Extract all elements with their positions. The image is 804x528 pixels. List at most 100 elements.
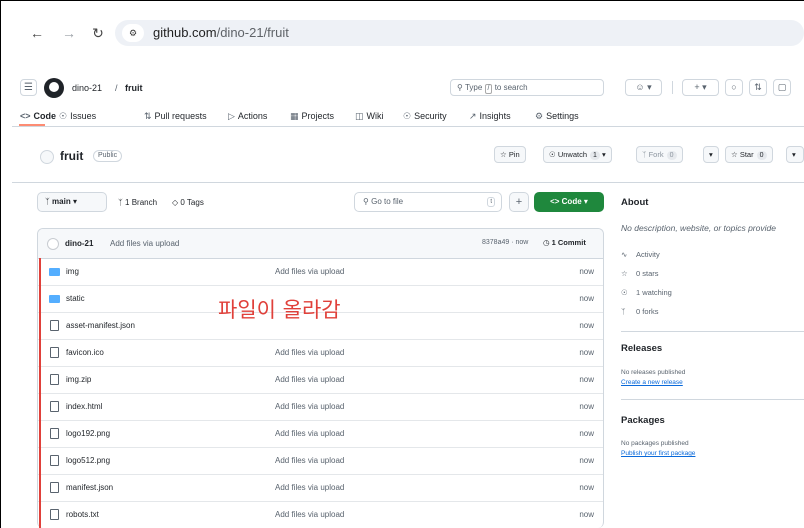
file-row[interactable]: index.html Add files via upload now (38, 394, 603, 421)
file-row[interactable]: favicon.ico Add files via upload now (38, 340, 603, 367)
file-row[interactable]: img.zip Add files via upload now (38, 367, 603, 394)
fork-dropdown-button[interactable]: ▾ (703, 146, 719, 163)
commit-author-avatar[interactable] (47, 238, 59, 250)
commit-hash-time[interactable]: 8378a49 · now (482, 239, 528, 246)
site-info-icon[interactable]: ⚙ (122, 24, 144, 42)
file-commit-message[interactable]: Add files via upload (275, 510, 344, 519)
activity-label: Activity (636, 250, 660, 259)
file-name[interactable]: robots.txt (66, 510, 99, 519)
tab-insights[interactable]: ↗ Insights (469, 111, 511, 122)
tab-wiki[interactable]: ◫ Wiki (355, 111, 384, 122)
commit-message[interactable]: Add files via upload (110, 239, 179, 248)
pull-requests-button[interactable]: ⇅ (749, 79, 767, 96)
file-name[interactable]: index.html (66, 402, 102, 411)
copilot-button[interactable]: ☺ ▾ (625, 79, 662, 96)
file-name[interactable]: manifest.json (66, 483, 113, 492)
file-commit-message[interactable]: Add files via upload (275, 483, 344, 492)
issue-icon: ☉ (59, 111, 68, 121)
fork-button[interactable]: ᛉ Fork 0 (636, 146, 683, 163)
branch-selector[interactable]: ᛉ main ▾ (37, 192, 107, 212)
watching-link[interactable]: ☉ 1 watching (621, 288, 672, 297)
forks-link[interactable]: ᛉ 0 forks (621, 307, 659, 316)
go-to-file-shortcut: t (487, 197, 495, 207)
file-name[interactable]: img (66, 267, 79, 276)
breadcrumb-repo[interactable]: fruit (125, 83, 143, 93)
add-file-button[interactable]: + (509, 192, 529, 212)
create-release-link[interactable]: Create a new release (621, 379, 683, 386)
file-icon (50, 509, 59, 520)
tab-projects[interactable]: ▦ Projects (290, 111, 334, 122)
star-label: Star (739, 150, 754, 159)
tag-icon: ◇ (172, 198, 179, 207)
tab-security[interactable]: ☉ Security (403, 111, 447, 122)
inbox-button[interactable]: ▢ (773, 79, 791, 96)
book-icon: ◫ (355, 111, 364, 121)
tab-issues[interactable]: ☉ Issues (59, 111, 96, 122)
forward-arrow-icon[interactable]: → (60, 24, 78, 42)
file-name[interactable]: static (66, 294, 85, 303)
file-commit-time: now (579, 267, 594, 276)
releases-empty-text: No releases published (621, 369, 686, 376)
file-commit-message[interactable]: Add files via upload (275, 402, 344, 411)
tags-link[interactable]: ◇ 0 Tags (172, 198, 204, 207)
packages-title[interactable]: Packages (621, 415, 665, 426)
stars-link[interactable]: ☆ 0 stars (621, 269, 659, 278)
reload-icon[interactable]: ↻ (89, 24, 107, 42)
file-name[interactable]: img.zip (66, 375, 91, 384)
star-dropdown-button[interactable]: ▾ (786, 146, 804, 163)
menu-icon[interactable]: ☰ (20, 79, 37, 96)
plus-icon: + (515, 196, 523, 208)
star-button[interactable]: ☆ Star 0 (725, 146, 773, 163)
tab-code[interactable]: <> Code (20, 111, 56, 121)
go-to-file-input[interactable]: ⚲ Go to file t (354, 192, 502, 212)
sidebar-divider (621, 331, 804, 332)
issues-button[interactable]: ○ (725, 79, 743, 96)
unwatch-label: Unwatch (557, 150, 588, 159)
breadcrumb-owner[interactable]: dino-21 (72, 83, 102, 93)
tab-settings[interactable]: ⚙ Settings (535, 111, 579, 122)
commit-author[interactable]: dino-21 (65, 239, 93, 248)
back-arrow-icon[interactable]: ← (28, 24, 46, 42)
code-dropdown-button[interactable]: <> Code ▾ (534, 192, 604, 212)
releases-title[interactable]: Releases (621, 343, 662, 354)
file-name[interactable]: logo192.png (66, 429, 110, 438)
tab-actions[interactable]: ▷ Actions (228, 111, 267, 122)
branches-link[interactable]: ᛉ 1 Branch (118, 198, 157, 207)
file-commit-message[interactable]: Add files via upload (275, 267, 344, 276)
tab-settings-label: Settings (546, 111, 579, 121)
url-text[interactable]: github.com/dino-21/fruit (153, 25, 289, 40)
unwatch-button[interactable]: ☉ Unwatch 1 ▾ (543, 146, 612, 163)
file-commit-message[interactable]: Add files via upload (275, 375, 344, 384)
file-commit-message[interactable]: Add files via upload (275, 429, 344, 438)
commit-count[interactable]: ◷ 1 Commit (543, 238, 586, 247)
file-name[interactable]: favicon.ico (66, 348, 104, 357)
header-divider (672, 81, 673, 94)
file-commit-time: now (579, 483, 594, 492)
file-row[interactable]: img Add files via upload now (38, 259, 603, 286)
file-name[interactable]: asset-manifest.json (66, 321, 135, 330)
star-icon: ☆ (731, 150, 738, 159)
gear-icon: ⚙ (535, 111, 544, 121)
file-row[interactable]: manifest.json Add files via upload now (38, 475, 603, 502)
pin-button[interactable]: ☆ Pin (494, 146, 526, 163)
play-icon: ▷ (228, 111, 235, 121)
file-icon (50, 401, 59, 412)
file-name[interactable]: logo512.png (66, 456, 110, 465)
file-commit-message[interactable]: Add files via upload (275, 456, 344, 465)
eye-icon: ☉ (549, 150, 556, 159)
eye-icon: ☉ (621, 288, 628, 297)
activity-link[interactable]: ∿ Activity (621, 250, 660, 259)
file-row[interactable]: robots.txt Add files via upload now (38, 502, 603, 528)
pulse-icon: ∿ (621, 250, 628, 259)
github-logo-icon[interactable] (44, 78, 64, 98)
repo-name[interactable]: fruit (60, 149, 83, 163)
file-commit-message[interactable]: Add files via upload (275, 348, 344, 357)
code-icon: <> (20, 111, 31, 121)
publish-package-link[interactable]: Publish your first package (621, 450, 695, 457)
tab-pull-requests[interactable]: ⇅ Pull requests (144, 111, 207, 122)
frame-border-top (0, 0, 804, 1)
file-row[interactable]: logo192.png Add files via upload now (38, 421, 603, 448)
search-input[interactable]: ⚲ Type / to search (450, 79, 604, 96)
create-new-button[interactable]: + ▾ (682, 79, 719, 96)
file-row[interactable]: logo512.png Add files via upload now (38, 448, 603, 475)
